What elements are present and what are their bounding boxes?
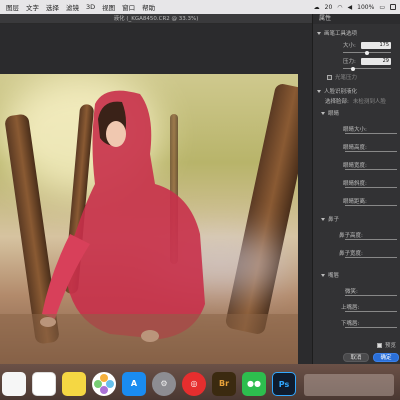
eye-tilt-slider[interactable] [345, 187, 397, 188]
preview-checkbox[interactable] [377, 342, 382, 348]
stickies-icon[interactable] [62, 372, 86, 396]
select-face-dropdown[interactable]: 未检测到人脸 [353, 97, 386, 105]
menu-item-type[interactable]: 文字 [26, 2, 39, 12]
stylus-pressure-row[interactable]: 光笔压力 [313, 72, 400, 82]
menu-item-3d[interactable]: 3D [86, 3, 95, 11]
pressure-input[interactable]: 29 [361, 57, 391, 65]
lower-lip-slider[interactable] [345, 327, 397, 328]
woman-in-red-figure [0, 90, 298, 370]
menu-item-window[interactable]: 窗口 [122, 2, 135, 12]
smile-slider[interactable] [345, 295, 397, 296]
disclosure-triangle-icon [321, 111, 325, 115]
eye-width-row: 眼睛宽度: [313, 160, 400, 170]
panel-title: 属性 [313, 14, 400, 24]
pressure-slider-knob[interactable] [351, 66, 355, 71]
disclosure-triangle-icon [317, 89, 321, 93]
disclosure-triangle-icon [317, 31, 321, 35]
photoshop-icon[interactable]: Ps [272, 372, 296, 396]
smile-row: 微笑: [313, 286, 400, 296]
properties-panel: 属性 画笔工具选项 大小: 175 压力: 29 光笔压力 人脸识别液化 选择脸… [312, 14, 400, 364]
disclosure-triangle-icon [321, 273, 325, 277]
menu-item-filter[interactable]: 滤镜 [66, 2, 79, 12]
upper-lip-slider[interactable] [345, 311, 397, 312]
nose-height-row: 鼻子高度: [313, 230, 400, 240]
menu-item-view[interactable]: 视图 [102, 2, 115, 12]
eye-size-slider[interactable] [345, 133, 397, 134]
cancel-button[interactable]: 取消 [343, 353, 369, 362]
ok-button[interactable]: 确定 [373, 353, 399, 362]
netease-music-icon[interactable]: ◎ [182, 372, 206, 396]
menu-item-layer[interactable]: 图层 [6, 2, 19, 12]
status-area: ☁ 20 ◠ ◀ 100% ▭ [314, 0, 396, 14]
size-input[interactable]: 175 [361, 41, 391, 49]
lower-lip-row: 下嘴唇: [313, 318, 400, 328]
stylus-pressure-checkbox[interactable] [327, 74, 332, 80]
volume-icon[interactable]: ◀ [348, 4, 353, 11]
document-title: 液化 (_KGA8450.CR2 @ 33.3%) [0, 14, 312, 24]
battery-icon[interactable]: ▭ [379, 4, 385, 11]
face-section-header[interactable]: 人脸识别液化 [313, 86, 400, 96]
photos-icon[interactable] [92, 372, 116, 396]
system-preferences-icon[interactable]: ⚙ [152, 372, 176, 396]
upper-lip-row: 上嘴唇: [313, 302, 400, 312]
eye-height-slider[interactable] [345, 151, 397, 152]
eyes-section-header[interactable]: 眼睛 [313, 108, 400, 118]
eye-width-slider[interactable] [345, 169, 397, 170]
nose-section-header[interactable]: 鼻子 [313, 214, 400, 224]
canvas-area[interactable] [0, 24, 312, 370]
wechat-icon[interactable]: ●● [242, 372, 266, 396]
menu-item-select[interactable]: 选择 [46, 2, 59, 12]
input-method-icon[interactable] [390, 4, 396, 10]
eye-height-row: 眼睛高度: [313, 142, 400, 152]
wifi-icon[interactable]: ◠ [337, 4, 342, 11]
dock-recent-windows[interactable] [304, 374, 394, 396]
mouth-section-header[interactable]: 嘴唇 [313, 270, 400, 280]
brush-section-header[interactable]: 画笔工具选项 [313, 28, 400, 38]
eye-size-row: 眼睛大小: [313, 124, 400, 134]
dock: A ⚙ ◎ Br ●● Ps [0, 364, 400, 400]
eye-tilt-row: 眼睛斜度: [313, 178, 400, 188]
cloud-icon[interactable]: ☁ [314, 4, 320, 11]
reminders-icon[interactable] [32, 372, 56, 396]
eye-distance-slider[interactable] [345, 205, 397, 206]
battery-percent: 100% [357, 3, 375, 11]
app-store-icon[interactable]: A [122, 372, 146, 396]
size-slider-knob[interactable] [365, 50, 369, 55]
nose-width-row: 鼻子宽度: [313, 248, 400, 258]
preview-row[interactable]: 预览 [313, 340, 400, 350]
eye-distance-row: 眼睛距离: [313, 196, 400, 206]
disclosure-triangle-icon [321, 217, 325, 221]
pressure-row: 压力: 29 [343, 57, 391, 65]
select-face-row: 选择脸部: 未检测到人脸 [325, 97, 386, 105]
photo-canvas[interactable] [0, 74, 298, 370]
status-number: 20 [324, 3, 333, 11]
nose-height-slider[interactable] [345, 239, 397, 240]
bridge-icon[interactable]: Br [212, 372, 236, 396]
menu-bar: 图层 文字 选择 滤镜 3D 视图 窗口 帮助 ☁ 20 ◠ ◀ 100% ▭ [0, 0, 400, 14]
menu-item-help[interactable]: 帮助 [142, 2, 155, 12]
size-row: 大小: 175 [343, 41, 391, 49]
nose-width-slider[interactable] [345, 257, 397, 258]
notes-icon[interactable] [2, 372, 26, 396]
